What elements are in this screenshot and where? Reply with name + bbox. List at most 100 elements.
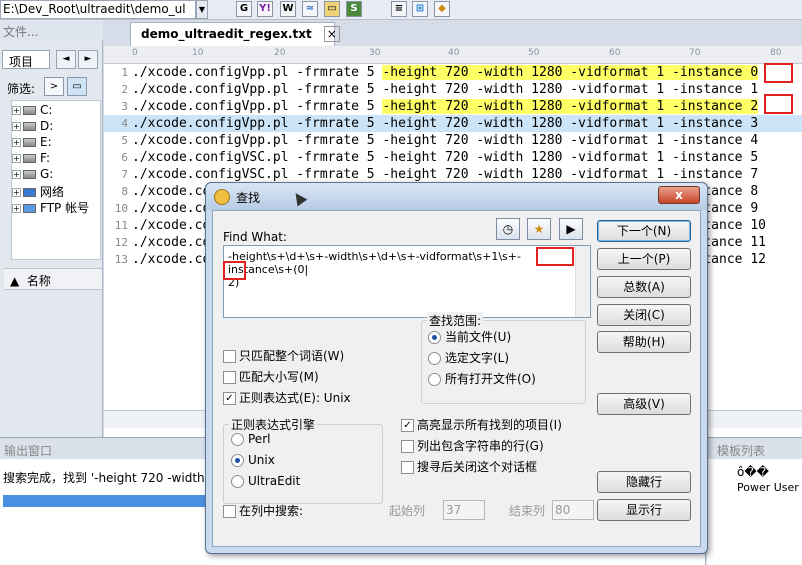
line-match: -height 720 -width 1280 -vidformat 1 -in… [382, 150, 751, 165]
line-match: -height 720 -width 1280 -vidformat 1 -in… [382, 65, 751, 80]
windows-icon[interactable]: ⊞ [412, 1, 428, 17]
output-selection [3, 495, 207, 507]
tree-item-e[interactable]: + E: [12, 135, 52, 151]
line-number: 2 [121, 83, 128, 96]
ruler-mark: 80 [770, 48, 782, 58]
tree-item-g[interactable]: + G: [12, 167, 53, 183]
close-button[interactable]: 关闭(C) [597, 304, 691, 326]
line-match: -height 720 -width 1280 -vidformat 1 -in… [382, 116, 751, 131]
option-column-search[interactable]: 在列中搜索: [223, 502, 303, 519]
template-item[interactable]: ô�� [737, 465, 769, 479]
web-icon[interactable]: ≈ [302, 1, 318, 17]
nav-right-icon[interactable]: ► [78, 50, 98, 69]
line-number: 3 [121, 100, 128, 113]
editor-line[interactable]: 5 ./xcode.configVpp.pl -frmrate 5 -height… [104, 132, 802, 149]
tab-project[interactable]: 项目 [2, 50, 50, 69]
drive-icon [23, 106, 36, 115]
filter-button[interactable]: > [44, 77, 64, 96]
start-col-input[interactable]: 37 [443, 500, 485, 520]
tree-item-ftp[interactable]: + FTP 帐号 [12, 199, 89, 215]
line-number: 13 [114, 253, 128, 266]
filter-label: 筛选: [7, 82, 36, 96]
ruler-mark: 60 [609, 48, 621, 58]
dialog-body: Find What: ◷ ★ ▶ -height\s+\d+\s+-width\… [212, 210, 701, 547]
engine-title: 正则表达式引擎 [229, 416, 318, 433]
radio-selected [231, 454, 244, 467]
editor-line[interactable]: 3 ./xcode.configVpp.pl -frmrate 5 -height… [104, 98, 802, 115]
google-icon[interactable]: G [236, 1, 252, 17]
editor-line[interactable]: 2 ./xcode.configVpp.pl -frmrate 5 -height… [104, 81, 802, 98]
name-column-header[interactable]: ▲ 名称 [4, 268, 102, 290]
find-line: 2) [228, 276, 240, 289]
line-end: 0 [750, 65, 759, 80]
editor-line[interactable]: 7 ./xcode.configVSC.pl -frmrate 5 -height… [104, 166, 802, 183]
close-icon[interactable]: × [323, 26, 340, 42]
line-number: 11 [114, 219, 128, 232]
tab-demo-file[interactable]: demo_ultraedit_regex.txt × [130, 22, 340, 46]
help-button[interactable]: 帮助(H) [597, 331, 691, 353]
open-folder-icon[interactable]: ▭ [67, 77, 87, 96]
tree-item-d[interactable]: + D: [12, 119, 53, 135]
line-number: 6 [121, 151, 128, 164]
ruler-mark: 20 [274, 48, 286, 58]
option-regex[interactable]: ✓ 正则表达式(E): Unix [223, 389, 351, 406]
engine-ultraedit[interactable]: UltraEdit [231, 474, 300, 488]
scope-all-open[interactable]: 所有打开文件(O) [428, 370, 536, 387]
find-prev-button[interactable]: 上一个(P) [597, 248, 691, 270]
star-icon[interactable]: ★ [527, 218, 551, 240]
nav-left-icon[interactable]: ◄ [56, 50, 76, 69]
tree-item-c[interactable]: + C: [12, 103, 52, 119]
scope-current-file[interactable]: 当前文件(U) [428, 328, 511, 345]
line-end: 3 [750, 116, 759, 131]
ruler-mark: 40 [448, 48, 460, 58]
option-close-after[interactable]: 搜寻后关闭这个对话框 [401, 458, 537, 475]
engine-perl[interactable]: Perl [231, 432, 270, 446]
editor-line[interactable]: 4 ./xcode.configVpp.pl -frmrate 5 -height… [104, 115, 802, 132]
hide-lines-button[interactable]: 隐藏行 [597, 471, 691, 493]
folder-icon[interactable]: ▭ [324, 1, 340, 17]
line-match: -height 720 -width 1280 -vidformat 1 -in… [382, 133, 751, 148]
advanced-button[interactable]: 高级(V) [597, 393, 691, 415]
yahoo-icon[interactable]: Y! [257, 1, 273, 17]
find-next-button[interactable]: 下一个(N) [597, 220, 691, 242]
tab-label: demo_ultraedit_regex.txt [141, 27, 312, 41]
line-end: 4 [750, 133, 759, 148]
history-icon[interactable]: ◷ [496, 218, 520, 240]
option-highlight-all[interactable]: ✓ 高亮显示所有找到的项目(I) [401, 416, 562, 433]
engine-unix[interactable]: Unix [231, 453, 275, 467]
vertical-scrollbar[interactable] [575, 246, 590, 317]
close-icon[interactable]: x [658, 186, 700, 204]
php-icon[interactable]: S [346, 1, 362, 17]
count-button[interactable]: 总数(A) [597, 276, 691, 298]
editor-line[interactable]: 1 ./xcode.configVpp.pl -frmrate 5 -height… [104, 64, 802, 81]
ftp-icon [23, 204, 36, 213]
column-ruler: 0 10 20 30 40 50 60 70 80 [104, 46, 802, 64]
scope-title: 查找范围: [427, 312, 484, 329]
tree-item-network[interactable]: + 网络 [12, 183, 64, 199]
option-whole-word[interactable]: 只匹配整个词语(W) [223, 347, 344, 364]
drive-icon [23, 138, 36, 147]
show-lines-button[interactable]: 显示行 [597, 499, 691, 521]
drive-icon [23, 170, 36, 179]
checkbox-checked: ✓ [401, 419, 414, 432]
dialog-title: 查找 [236, 191, 261, 205]
option-match-case[interactable]: 匹配大小写(M) [223, 368, 319, 385]
wikipedia-icon[interactable]: W [280, 1, 296, 17]
end-col-input[interactable]: 80 [552, 500, 594, 520]
path-combobox[interactable]: E:\Dev_Root\ultraedit\demo_ul [0, 0, 196, 19]
ruler-mark: 10 [192, 48, 204, 58]
search-icon[interactable]: ≡ [391, 1, 407, 17]
scope-selection[interactable]: 选定文字(L) [428, 349, 509, 366]
ruler-mark: 70 [689, 48, 701, 58]
option-list-lines[interactable]: 列出包含字符串的行(G) [401, 437, 544, 454]
line-end: 11 [750, 235, 766, 250]
file-panel-title: 文件... [0, 20, 103, 40]
line-number: 1 [121, 66, 128, 79]
flag-icon[interactable]: ◆ [434, 1, 450, 17]
template-item[interactable]: Power User [737, 481, 799, 494]
checkbox-checked: ✓ [223, 392, 236, 405]
editor-line[interactable]: 6 ./xcode.configVSC.pl -frmrate 5 -height… [104, 149, 802, 166]
play-icon[interactable]: ▶ [559, 218, 583, 240]
tree-item-f[interactable]: + F: [12, 151, 50, 167]
chevron-down-icon[interactable]: ▼ [196, 0, 208, 19]
